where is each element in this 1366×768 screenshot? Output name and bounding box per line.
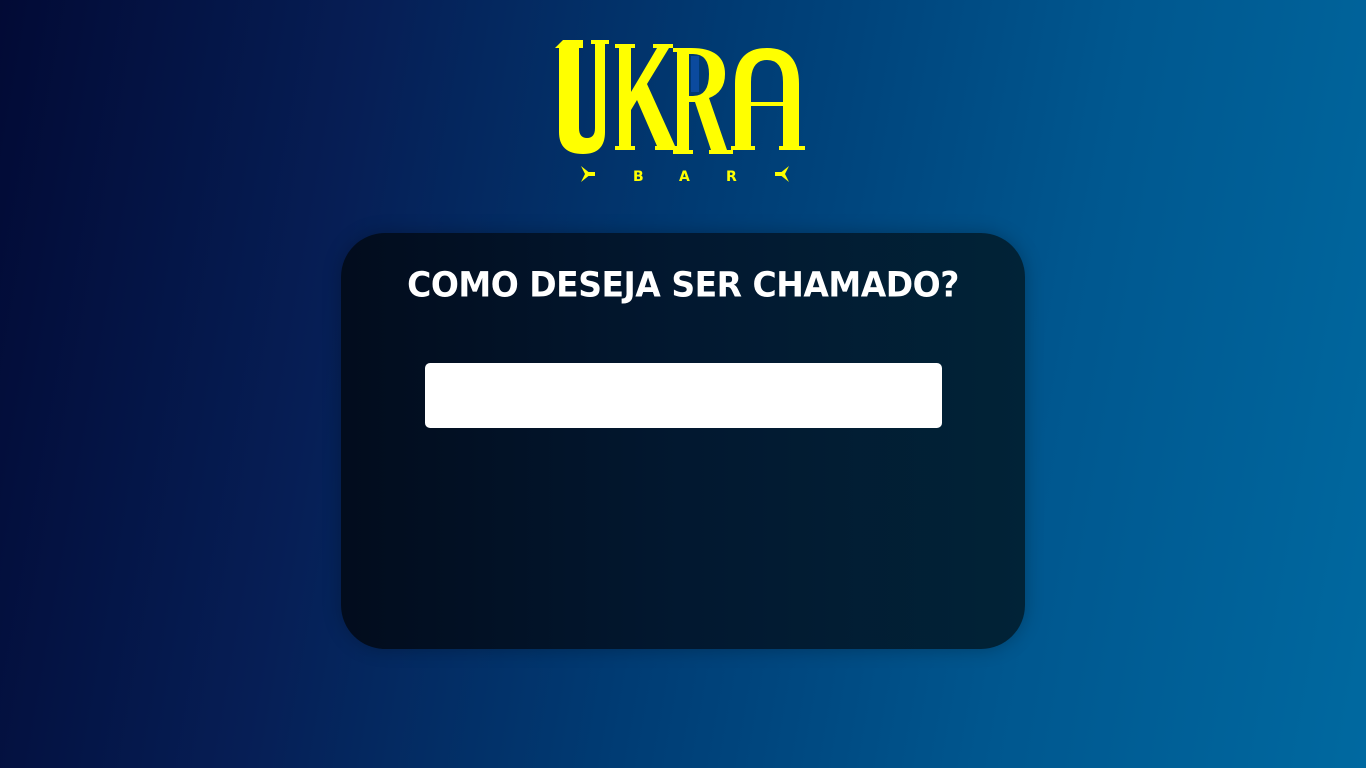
svg-text:B: B [633,169,644,185]
name-form-card: COMO DESEJA SER CHAMADO? [341,233,1025,649]
name-input[interactable] [425,363,942,428]
name-prompt-title: COMO DESEJA SER CHAMADO? [407,264,959,305]
ukra-bar-logo-graphic: B A R [555,40,805,185]
svg-text:R: R [726,169,737,185]
ukra-bar-logo: B A R [553,36,813,188]
svg-text:A: A [679,169,690,185]
